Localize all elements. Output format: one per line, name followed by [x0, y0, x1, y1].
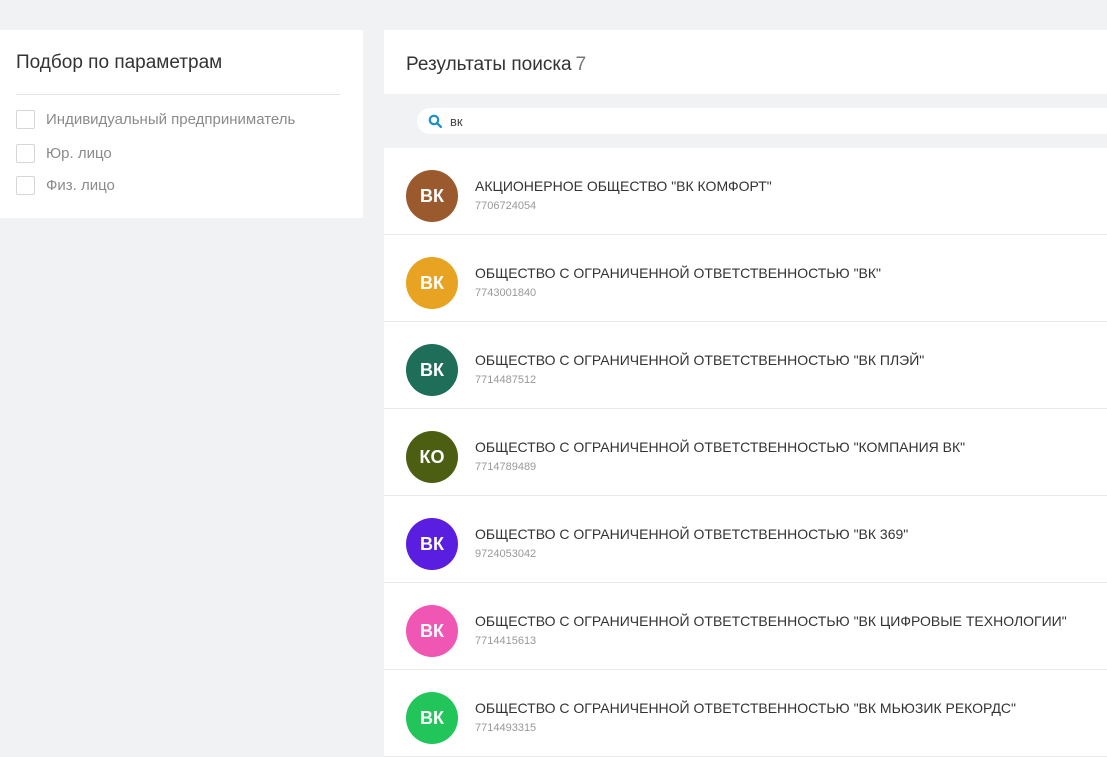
company-name[interactable]: ОБЩЕСТВО С ОГРАНИЧЕННОЙ ОТВЕТСТВЕННОСТЬЮ…: [475, 352, 924, 368]
list-item[interactable]: ВК ОБЩЕСТВО С ОГРАНИЧЕННОЙ ОТВЕТСТВЕННОС…: [384, 496, 1107, 583]
filter-option-label: Физ. лицо: [46, 177, 115, 194]
company-name[interactable]: ОБЩЕСТВО С ОГРАНИЧЕННОЙ ОТВЕТСТВЕННОСТЬЮ…: [475, 439, 965, 455]
checkbox[interactable]: [16, 144, 35, 163]
list-item[interactable]: ВК ОБЩЕСТВО С ОГРАНИЧЕННОЙ ОТВЕТСТВЕННОС…: [384, 322, 1107, 409]
list-item[interactable]: ВК ОБЩЕСТВО С ОГРАНИЧЕННОЙ ОТВЕТСТВЕННОС…: [384, 235, 1107, 322]
filter-option-individual-person[interactable]: Физ. лицо: [16, 176, 115, 195]
results-list: ВК АКЦИОНЕРНОЕ ОБЩЕСТВО "ВК КОМФОРТ" 770…: [384, 148, 1107, 757]
company-name[interactable]: ОБЩЕСТВО С ОГРАНИЧЕННОЙ ОТВЕТСТВЕННОСТЬЮ…: [475, 700, 1016, 716]
company-inn: 7743001840: [475, 287, 537, 299]
company-name[interactable]: АКЦИОНЕРНОЕ ОБЩЕСТВО "ВК КОМФОРТ": [475, 178, 772, 194]
company-inn: 7706724054: [475, 200, 537, 212]
company-inn: 7714487512: [475, 374, 537, 386]
avatar: ВК: [406, 257, 458, 309]
avatar: КО: [406, 431, 458, 483]
results-header: Результаты поиска 7: [384, 30, 1107, 94]
results-title: Результаты поиска 7: [406, 54, 586, 76]
filter-divider: [16, 94, 340, 95]
filter-option-legal-entity[interactable]: Юр. лицо: [16, 144, 112, 163]
company-inn: 7714493315: [475, 722, 537, 734]
list-item[interactable]: ВК ОБЩЕСТВО С ОГРАНИЧЕННОЙ ОТВЕТСТВЕННОС…: [384, 583, 1107, 670]
results-title-text: Результаты поиска: [406, 54, 572, 75]
search-box[interactable]: [417, 108, 1107, 134]
filter-option-label: Индивидуальный предприниматель: [46, 111, 296, 128]
avatar: ВК: [406, 518, 458, 570]
checkbox[interactable]: [16, 176, 35, 195]
company-name[interactable]: ОБЩЕСТВО С ОГРАНИЧЕННОЙ ОТВЕТСТВЕННОСТЬЮ…: [475, 613, 1067, 629]
filter-option-label: Юр. лицо: [46, 145, 112, 162]
company-inn: 7714415613: [475, 635, 537, 647]
filter-option-individual[interactable]: Индивидуальный предприниматель: [16, 110, 295, 129]
list-item[interactable]: ВК ОБЩЕСТВО С ОГРАНИЧЕННОЙ ОТВЕТСТВЕННОС…: [384, 670, 1107, 757]
filter-panel: Подбор по параметрам Индивидуальный пред…: [0, 30, 363, 218]
search-input[interactable]: [448, 112, 1052, 130]
company-name[interactable]: ОБЩЕСТВО С ОГРАНИЧЕННОЙ ОТВЕТСТВЕННОСТЬЮ…: [475, 526, 908, 542]
company-inn: 7714789489: [475, 461, 537, 473]
avatar: ВК: [406, 344, 458, 396]
avatar: ВК: [406, 605, 458, 657]
filter-title: Подбор по параметрам: [16, 52, 223, 73]
checkbox[interactable]: [16, 110, 35, 129]
company-inn: 9724053042: [475, 548, 537, 560]
results-count: 7: [575, 54, 587, 75]
search-icon: [428, 114, 442, 128]
avatar: ВК: [406, 170, 458, 222]
avatar: ВК: [406, 692, 458, 744]
company-name[interactable]: ОБЩЕСТВО С ОГРАНИЧЕННОЙ ОТВЕТСТВЕННОСТЬЮ…: [475, 265, 881, 281]
list-item[interactable]: ВК АКЦИОНЕРНОЕ ОБЩЕСТВО "ВК КОМФОРТ" 770…: [384, 148, 1107, 235]
list-item[interactable]: КО ОБЩЕСТВО С ОГРАНИЧЕННОЙ ОТВЕТСТВЕННОС…: [384, 409, 1107, 496]
